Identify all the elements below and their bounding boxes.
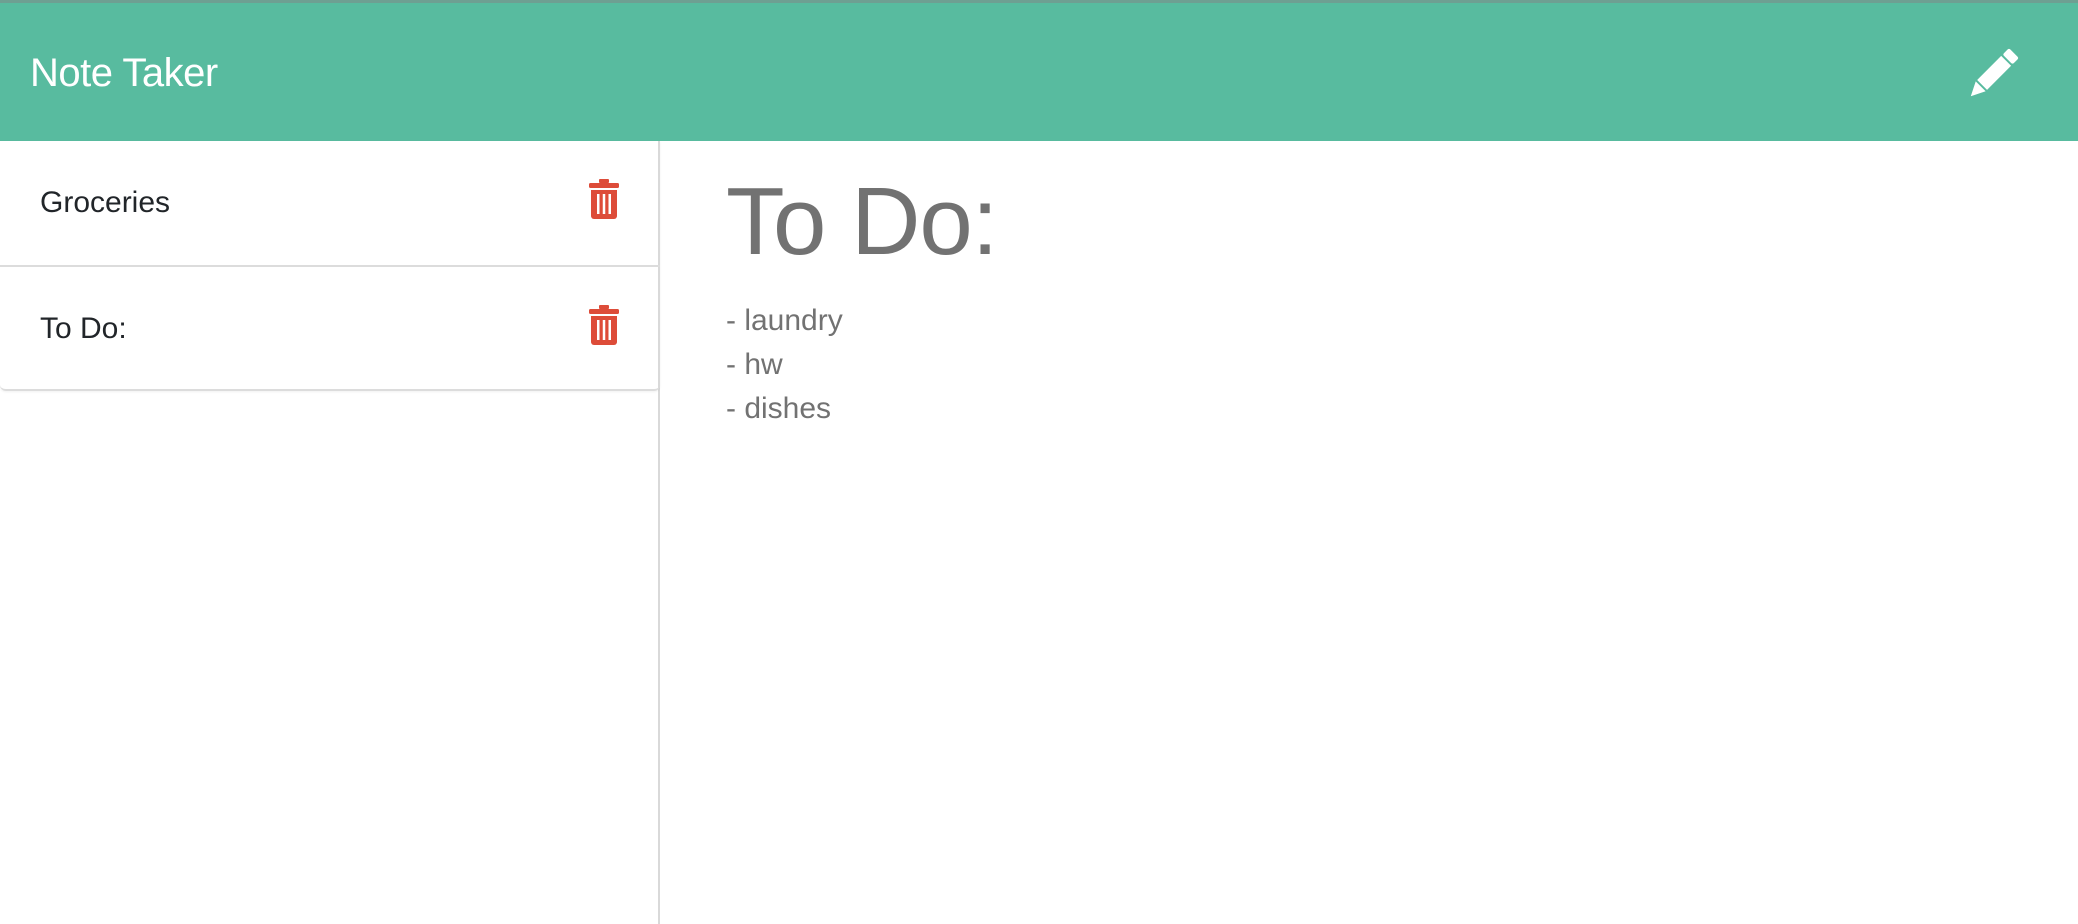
trash-icon (589, 179, 619, 219)
trash-icon (589, 305, 619, 345)
note-text-line: - laundry (726, 304, 843, 337)
note-text-area[interactable]: - laundry - hw - dishes (726, 299, 1926, 431)
note-text-line: - hw (726, 348, 783, 381)
pencil-icon (1970, 48, 2019, 97)
notes-sidebar: Groceries To Do: (0, 141, 660, 924)
navbar: Note Taker (0, 0, 2078, 141)
note-title: To Do: (40, 312, 127, 345)
delete-note-button[interactable] (588, 305, 620, 345)
note-taker-app: Note Taker Groceries To Do: To Do: - lau… (0, 0, 2078, 924)
note-title: Groceries (40, 186, 171, 219)
new-note-button[interactable] (1960, 43, 2024, 107)
note-editor: To Do: - laundry - hw - dishes (660, 141, 2078, 924)
list-item[interactable]: To Do: (0, 265, 660, 389)
app-brand[interactable]: Note Taker (30, 49, 218, 97)
note-text-line: - dishes (726, 392, 832, 425)
note-list: Groceries To Do: (0, 141, 660, 391)
list-item[interactable]: Groceries (0, 141, 660, 265)
note-title-field[interactable]: To Do: (726, 167, 998, 277)
delete-note-button[interactable] (588, 179, 620, 219)
